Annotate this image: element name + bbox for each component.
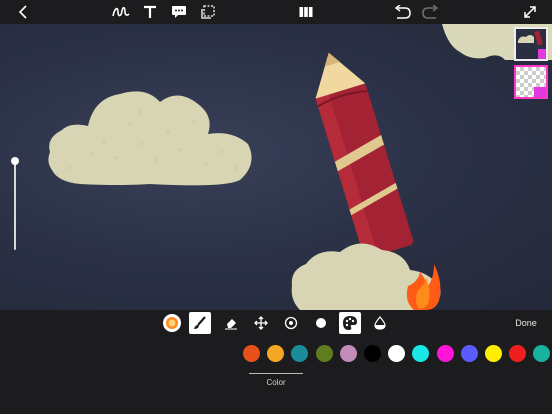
color-swatch[interactable] — [388, 345, 405, 362]
back-chevron-icon[interactable] — [14, 0, 32, 24]
brush-size-slider-track[interactable] — [14, 162, 16, 250]
fullscreen-expand-icon[interactable] — [520, 0, 540, 24]
color-swatch[interactable] — [291, 345, 308, 362]
text-icon[interactable] — [140, 0, 160, 24]
layer-thumbnail-drawing[interactable] — [514, 65, 548, 99]
color-tab-label[interactable]: Color — [249, 377, 303, 389]
color-swatch[interactable] — [243, 345, 260, 362]
layer-badge-icon — [534, 87, 546, 97]
eraser-icon[interactable] — [220, 312, 242, 334]
brush-size-slider-knob[interactable] — [11, 157, 19, 165]
undo-icon[interactable] — [392, 0, 412, 24]
layer-thumbnail-background[interactable] — [514, 27, 548, 61]
brush-preview[interactable] — [161, 312, 183, 334]
color-swatch[interactable] — [316, 345, 333, 362]
redo-icon[interactable] — [421, 0, 441, 24]
drawing-canvas[interactable] — [0, 24, 552, 310]
color-swatch[interactable] — [485, 345, 502, 362]
palette-icon[interactable] — [339, 312, 361, 334]
brush-icon[interactable] — [189, 312, 211, 334]
color-swatch[interactable] — [533, 345, 550, 362]
rocket — [314, 52, 414, 260]
color-swatch[interactable] — [364, 345, 381, 362]
color-swatch[interactable] — [340, 345, 357, 362]
color-swatch[interactable] — [509, 345, 526, 362]
dot-icon[interactable] — [310, 312, 332, 334]
panels-icon[interactable] — [296, 0, 316, 24]
draw-squiggle-icon[interactable] — [111, 0, 131, 24]
color-swatch[interactable] — [267, 345, 284, 362]
move-icon[interactable] — [250, 312, 272, 334]
opacity-drop-icon[interactable] — [369, 312, 391, 334]
color-swatch[interactable] — [461, 345, 478, 362]
canvas-photo — [48, 24, 552, 310]
done-button[interactable]: Done — [508, 315, 544, 331]
top-toolbar — [0, 0, 552, 24]
bottom-panel — [0, 310, 552, 414]
cloud-left — [48, 91, 252, 186]
color-tab-underline — [249, 373, 303, 374]
sticker-speech-icon[interactable] — [169, 0, 189, 24]
target-icon[interactable] — [280, 312, 302, 334]
color-swatch[interactable] — [412, 345, 429, 362]
color-swatch[interactable] — [437, 345, 454, 362]
selection-icon[interactable] — [198, 0, 218, 24]
